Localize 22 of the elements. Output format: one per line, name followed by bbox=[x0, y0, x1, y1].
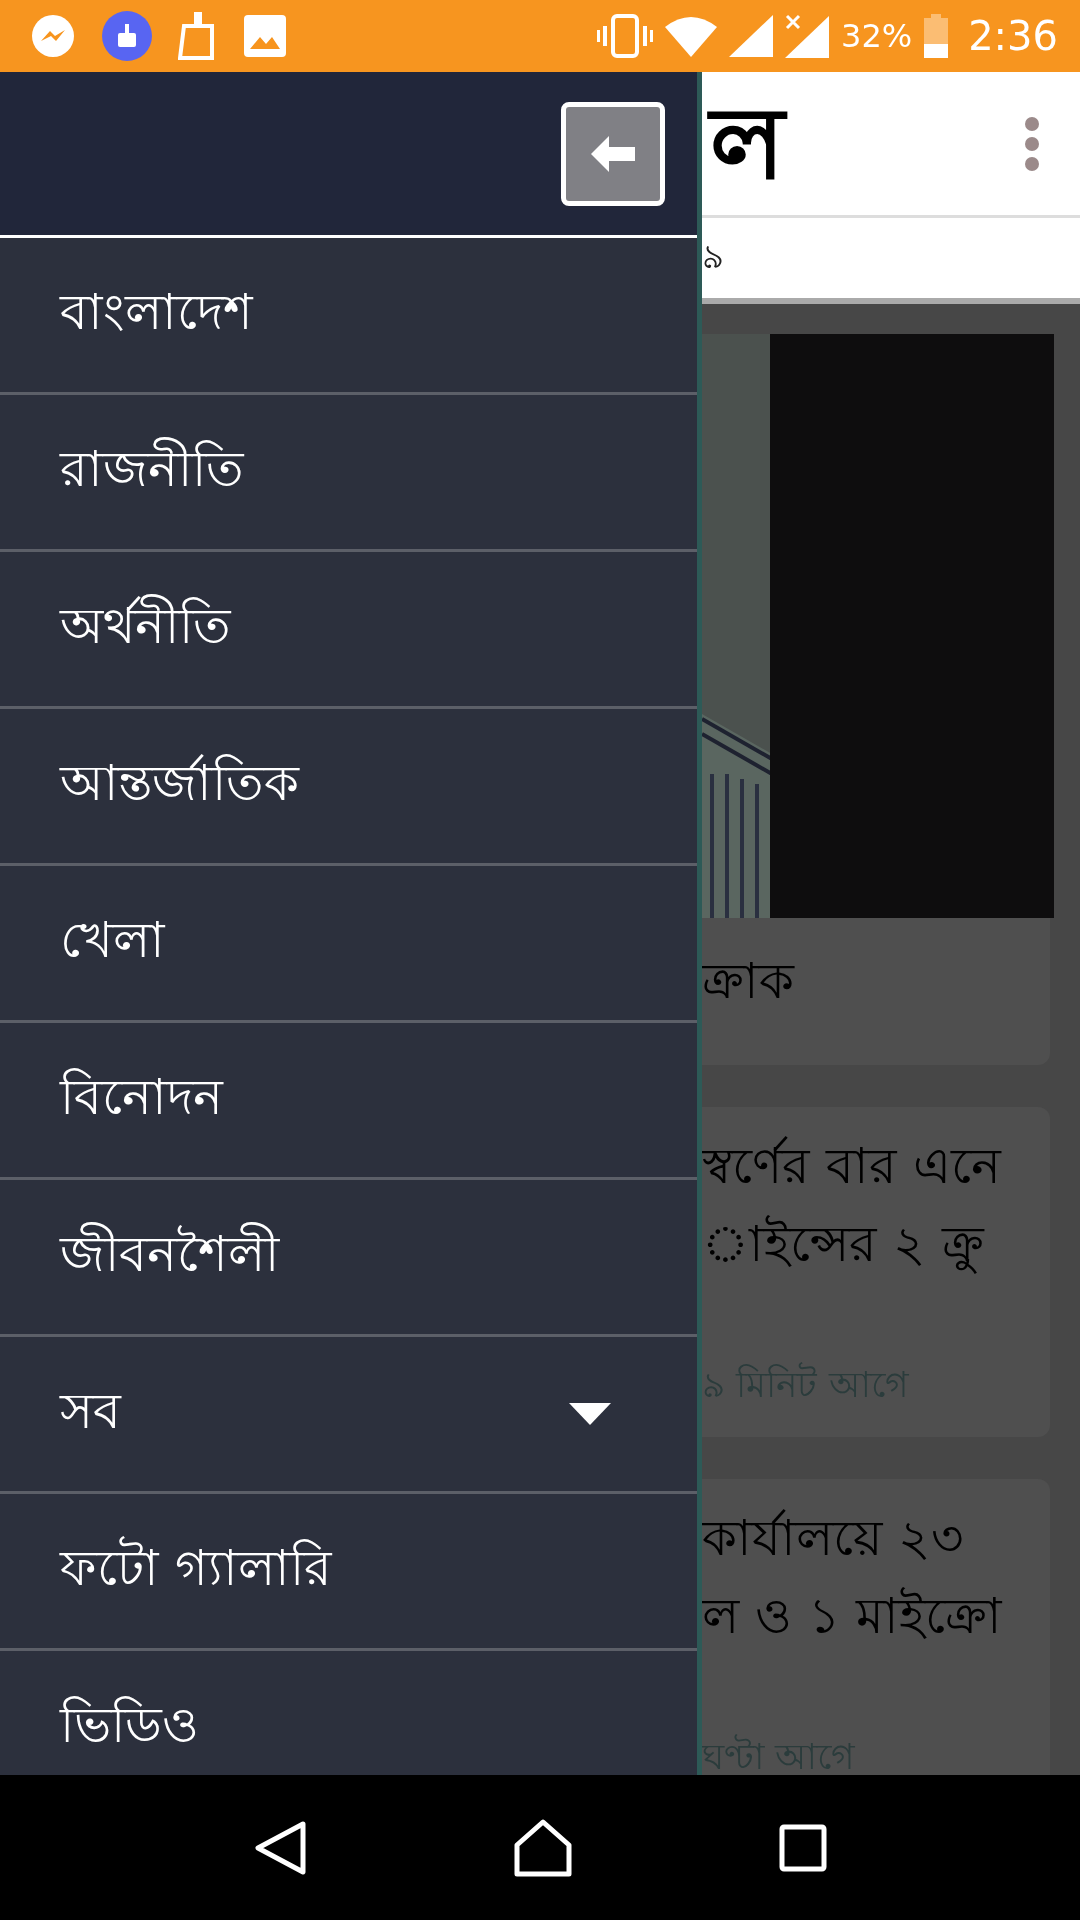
image-icon bbox=[244, 15, 286, 57]
headline-line: াইন্সের ২ ক্রু bbox=[702, 1214, 986, 1276]
headline-line: কার্যালয়ে ২৩ bbox=[702, 1508, 965, 1569]
headline-line: ল ও ১ মাইক্রো bbox=[702, 1586, 1004, 1647]
headline-line: স্বর্ণের বার এনে bbox=[702, 1135, 1003, 1197]
headline-line: ক্রাক bbox=[702, 951, 796, 1012]
back-arrow-icon bbox=[591, 135, 635, 172]
more-menu-icon[interactable] bbox=[1024, 115, 1040, 172]
no-signal-icon bbox=[785, 14, 830, 58]
recent-apps-icon[interactable] bbox=[779, 1823, 827, 1872]
messenger-icon bbox=[30, 13, 76, 59]
signal-icon bbox=[729, 15, 774, 57]
back-icon[interactable] bbox=[253, 1819, 307, 1876]
cleaner-icon bbox=[102, 11, 152, 61]
home-icon[interactable] bbox=[513, 1818, 573, 1877]
battery-percent: 32% bbox=[841, 17, 913, 55]
date-text: ৯ bbox=[702, 234, 724, 278]
vibrate-icon bbox=[597, 14, 654, 58]
clock: 2:36 bbox=[968, 13, 1058, 59]
wifi-icon bbox=[665, 15, 718, 57]
battery-icon bbox=[924, 14, 949, 58]
back-button[interactable] bbox=[561, 101, 665, 206]
